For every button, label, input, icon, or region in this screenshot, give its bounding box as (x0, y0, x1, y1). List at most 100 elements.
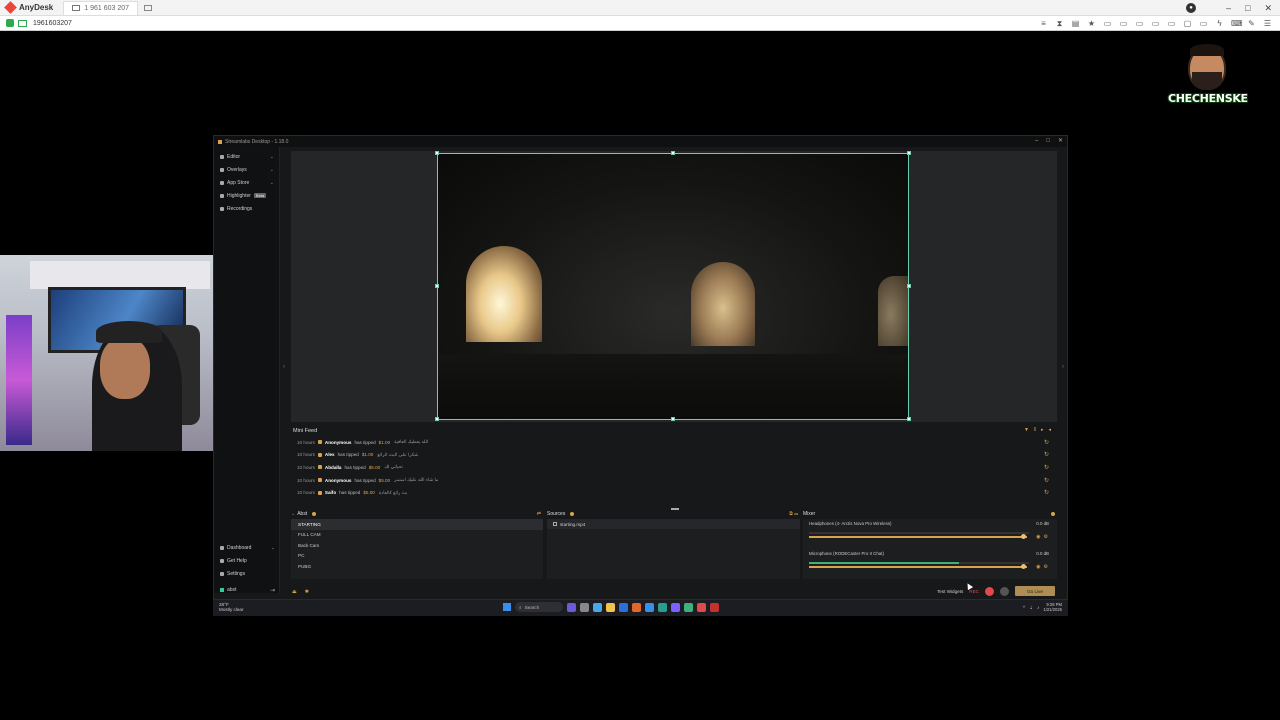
monitor4-icon[interactable]: ▭ (1151, 19, 1160, 28)
minimize-button[interactable]: – (1226, 3, 1231, 13)
remote-address[interactable]: 1961603207 (33, 20, 72, 27)
monitor3-icon[interactable]: ▭ (1135, 19, 1144, 28)
transition-icon[interactable]: ⇄ (537, 511, 541, 517)
resize-handle[interactable] (907, 284, 911, 288)
store-icon[interactable] (619, 602, 628, 612)
discord-icon[interactable] (671, 602, 680, 612)
account-icon[interactable]: ● (1186, 3, 1196, 13)
volume-slider[interactable] (809, 566, 1027, 568)
display-icon[interactable]: ▭ (1199, 19, 1208, 28)
filter-icon[interactable]: ▼ (1024, 427, 1029, 433)
app-icon[interactable] (710, 602, 719, 612)
resize-handle[interactable] (671, 417, 675, 421)
star-icon[interactable]: ★ (1087, 19, 1096, 28)
edge-icon[interactable] (593, 602, 602, 612)
resize-handle[interactable] (435, 284, 439, 288)
file-explorer-icon[interactable] (606, 602, 615, 612)
new-tab-icon[interactable] (144, 4, 153, 11)
settings-button[interactable] (1000, 586, 1009, 596)
scene-item[interactable]: FULL CAM (291, 530, 543, 541)
widgets-icon[interactable] (567, 602, 576, 612)
reload-icon[interactable]: ✱ (305, 589, 309, 595)
add-source-icon[interactable] (570, 511, 575, 516)
sl-maximize-button[interactable]: □ (1046, 136, 1050, 147)
repeat-alert-icon[interactable]: ↻ (1044, 439, 1049, 446)
scene-preview[interactable] (437, 153, 909, 420)
sl-minimize-button[interactable]: – (1035, 136, 1038, 147)
mixer-settings-icon[interactable] (1051, 511, 1055, 516)
taskview-icon[interactable] (580, 602, 589, 612)
app-icon[interactable] (658, 602, 667, 612)
sidebar-item-recordings[interactable]: Recordings (214, 202, 279, 215)
gear-icon[interactable]: ⚙ (1044, 534, 1051, 540)
network-icon[interactable]: ⇣ (1029, 605, 1033, 610)
app-icon[interactable] (632, 602, 641, 612)
account-menu[interactable]: abst ⇥ (214, 584, 280, 596)
sliders-icon[interactable]: ≡ (1039, 19, 1048, 28)
resize-handle[interactable] (671, 151, 675, 155)
sidebar-item-overlays[interactable]: Overlays ⌄ (214, 163, 279, 176)
record-button[interactable] (985, 586, 994, 596)
anydesk-icon[interactable] (697, 602, 706, 612)
scene-item[interactable]: STARTING (291, 519, 543, 530)
sl-close-button[interactable]: ✕ (1058, 136, 1063, 147)
database-icon[interactable]: ▤ (1071, 19, 1080, 28)
resize-handle[interactable] (435, 417, 439, 421)
scene-item[interactable]: PC (291, 551, 543, 562)
repeat-alert-icon[interactable]: ↻ (1044, 464, 1049, 471)
app-icon[interactable] (645, 602, 654, 612)
mute-icon[interactable]: ◉ (1036, 534, 1043, 540)
bolt-icon[interactable]: ϟ (1215, 19, 1224, 28)
volume-slider-knob[interactable] (1020, 534, 1026, 539)
chat-icon[interactable]: ▢ (1183, 19, 1192, 28)
sidebar-item-settings[interactable]: Settings (214, 567, 280, 580)
collapse-left-icon[interactable]: ‹ (283, 364, 285, 370)
repeat-alert-icon[interactable]: ↻ (1044, 489, 1049, 496)
volume-icon[interactable]: ♪ (1037, 605, 1039, 610)
sidebar-item-highlighter[interactable]: Highlighter Beta (214, 189, 279, 202)
sidebar-item-get-help[interactable]: Get Help (214, 554, 280, 567)
monitor2-icon[interactable]: ▭ (1119, 19, 1128, 28)
clock[interactable]: 9:28 PM 1/21/2025 (1043, 602, 1062, 612)
repeat-alert-icon[interactable]: ↻ (1044, 477, 1049, 484)
logout-icon[interactable]: ⇥ (270, 587, 275, 594)
sidebar-item-editor[interactable]: Editor ⌄ (214, 150, 279, 163)
scene-collection-name[interactable]: Abst (297, 511, 307, 517)
monitor1-icon[interactable]: ▭ (1103, 19, 1112, 28)
hourglass-icon[interactable]: ⧗ (1055, 19, 1064, 29)
sidebar-item-dashboard[interactable]: Dashboard ⌄ (214, 541, 280, 554)
menu-icon[interactable]: ☰ (1263, 19, 1272, 28)
close-button[interactable]: ✕ (1264, 3, 1272, 14)
mute-icon[interactable]: ◂ (1048, 427, 1051, 433)
streamlabs-icon[interactable] (684, 602, 693, 612)
source-item[interactable]: starting.mp4 (547, 519, 800, 529)
tray-chevron-icon[interactable]: ^ (1023, 605, 1025, 610)
session-tab[interactable]: 1 961 603 207 (63, 0, 139, 15)
maximize-button[interactable]: □ (1245, 3, 1250, 13)
performance-icon[interactable]: ⏏ (292, 589, 297, 595)
weather-widget[interactable]: 28°F Mostly clear (219, 602, 244, 612)
resize-handle[interactable] (435, 151, 439, 155)
volume-slider-knob[interactable] (1020, 564, 1026, 569)
test-widgets-button[interactable]: Test Widgets (937, 589, 963, 594)
repeat-alert-icon[interactable]: ↻ (1044, 451, 1049, 458)
windows-start-icon[interactable] (503, 603, 511, 611)
scene-item[interactable]: PUBG (291, 561, 543, 572)
monitor5-icon[interactable]: ▭ (1167, 19, 1176, 28)
skip-icon[interactable]: ▸ (1041, 427, 1044, 433)
keyboard-icon[interactable]: ⌨ (1231, 19, 1243, 28)
add-scene-icon[interactable] (312, 511, 317, 516)
sidebar-item-app-store[interactable]: App Store ⌄ (214, 176, 279, 189)
taskbar-search[interactable]: ⌕ Search (515, 602, 563, 612)
scene-item[interactable]: Back Cam (291, 540, 543, 551)
gear-icon[interactable]: ⚙ (1044, 564, 1051, 570)
mute-icon[interactable]: ◉ (1036, 564, 1043, 570)
collapse-right-icon[interactable]: › (1062, 364, 1064, 370)
resize-handle[interactable] (907, 417, 911, 421)
pause-icon[interactable]: ‖ (1034, 427, 1036, 433)
go-live-button[interactable]: Go Live (1015, 586, 1055, 596)
resize-handle[interactable] (907, 151, 911, 155)
volume-slider[interactable] (809, 536, 1027, 538)
collection-caret-icon[interactable]: ⌄ (291, 511, 295, 517)
pen-icon[interactable]: ✎ (1247, 19, 1256, 28)
